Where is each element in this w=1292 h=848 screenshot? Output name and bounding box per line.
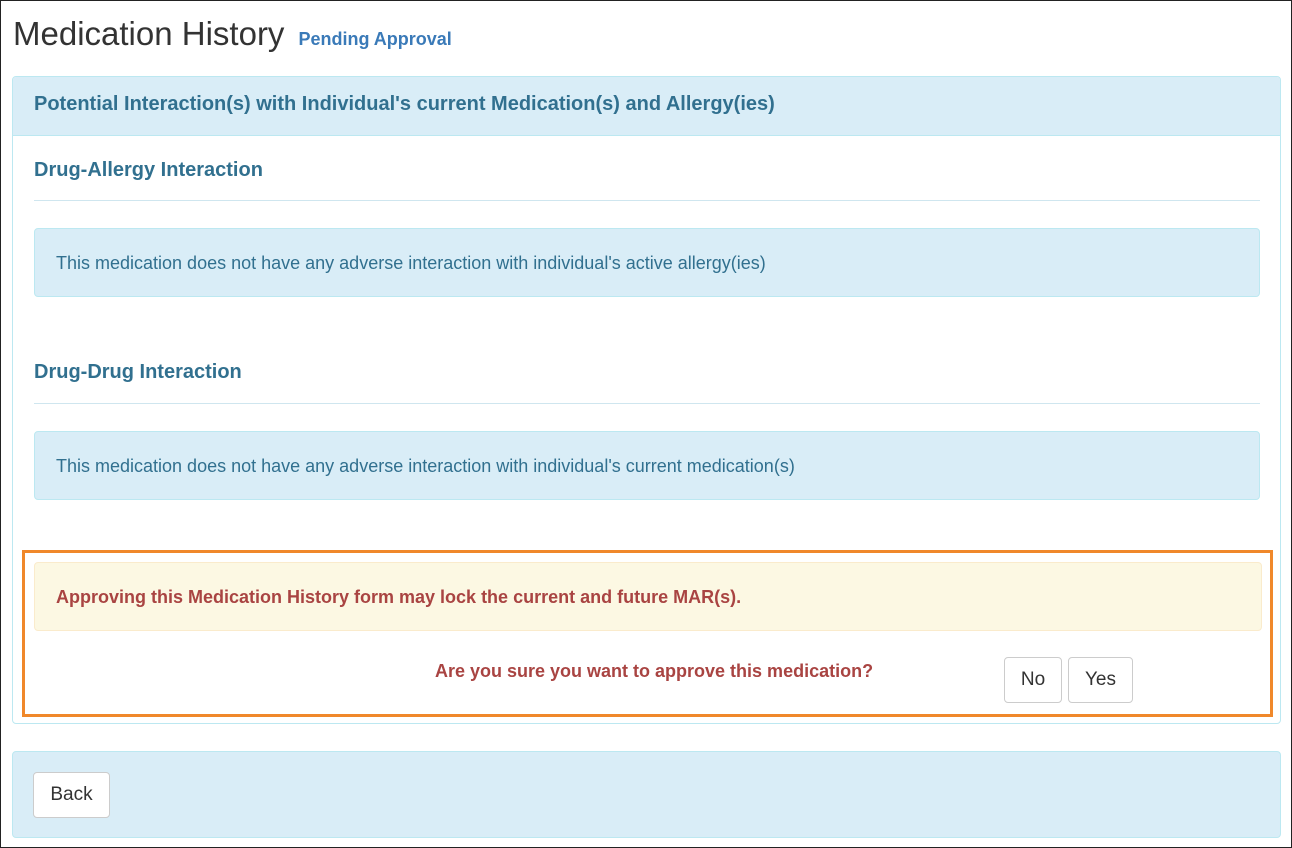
confirm-question: Are you sure you want to approve this me… xyxy=(435,661,874,681)
panel-heading: Potential Interaction(s) with Individual… xyxy=(13,77,1280,136)
no-button[interactable]: No xyxy=(1004,657,1062,703)
app-window: Medication History Pending Approval Pote… xyxy=(0,0,1292,848)
page-header: Medication History Pending Approval xyxy=(13,15,452,53)
section-divider xyxy=(34,200,1260,201)
status-label: Pending Approval xyxy=(298,29,452,49)
page-title: Medication History xyxy=(13,15,285,52)
back-button[interactable]: Back xyxy=(33,772,110,818)
lock-warning-alert: Approving this Medication History form m… xyxy=(34,562,1262,631)
approval-confirmation: Approving this Medication History form m… xyxy=(22,550,1273,717)
drug-drug-title: Drug-Drug Interaction xyxy=(34,361,242,383)
drug-allergy-title: Drug-Allergy Interaction xyxy=(34,159,263,181)
drug-allergy-message: This medication does not have any advers… xyxy=(34,228,1260,297)
yes-button[interactable]: Yes xyxy=(1068,657,1133,703)
drug-drug-message: This medication does not have any advers… xyxy=(34,431,1260,500)
section-divider xyxy=(34,403,1260,404)
footer-bar: Back xyxy=(12,751,1281,838)
